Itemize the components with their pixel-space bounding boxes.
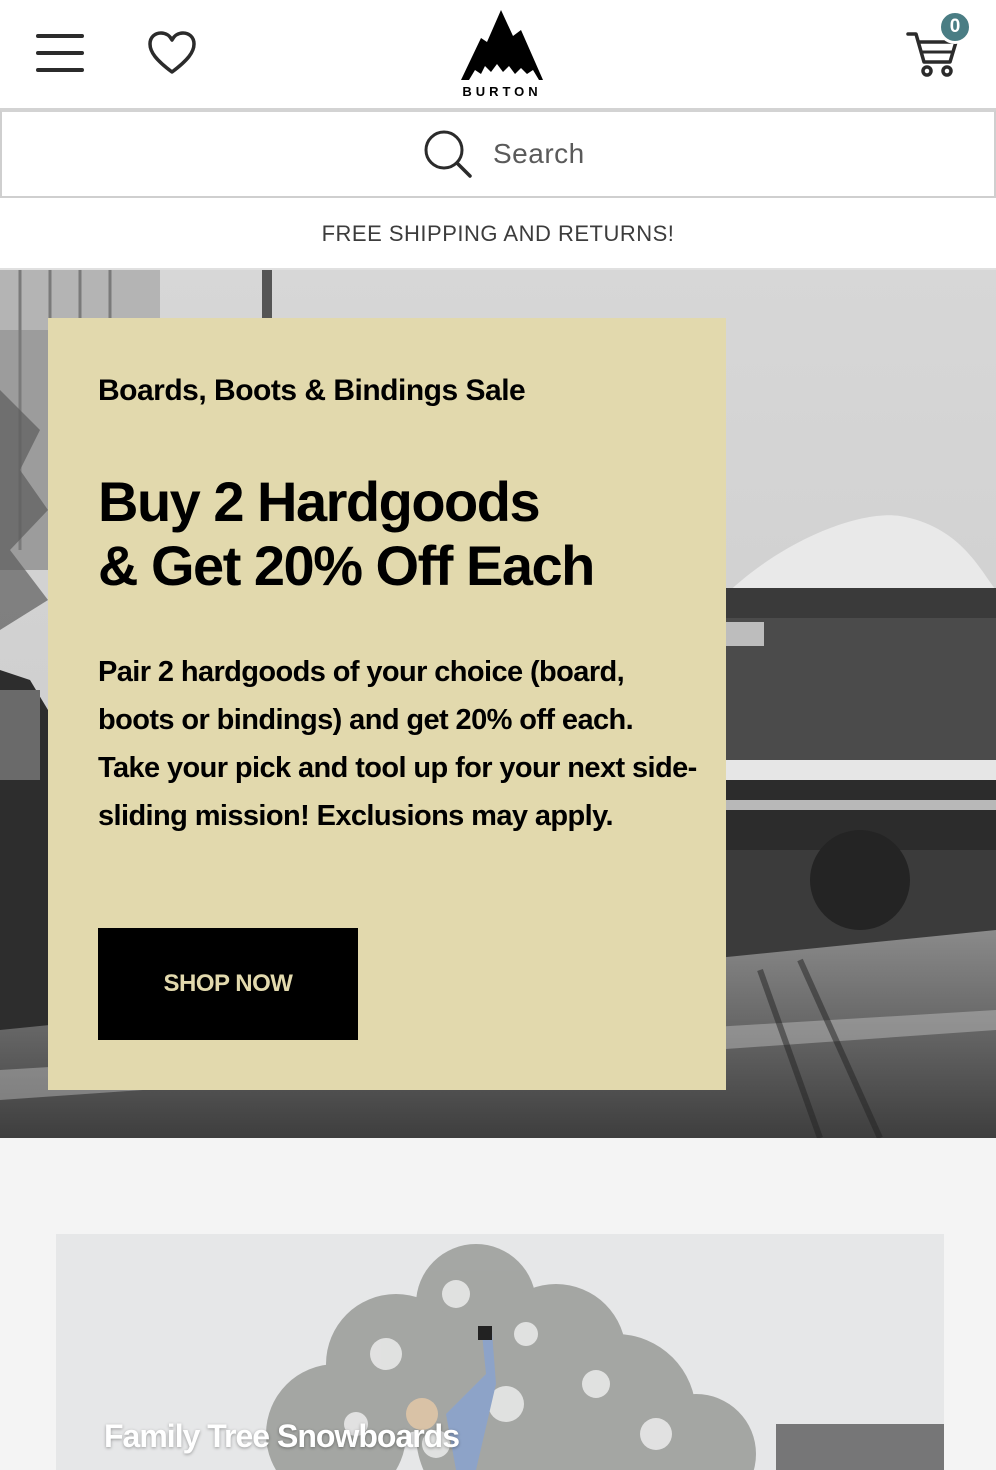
shop-now-button[interactable]: SHOP NOW bbox=[98, 928, 358, 1040]
search-placeholder: Search bbox=[493, 138, 585, 169]
promo-body: Pair 2 hardgoods of your choice (board, … bbox=[98, 656, 697, 832]
headline-line-2: & Get 20% Off Each bbox=[98, 534, 595, 597]
brand-logo[interactable]: BURTON bbox=[455, 8, 549, 102]
free-shipping-banner[interactable]: FREE SHIPPING AND RETURNS! bbox=[0, 198, 996, 270]
family-tree-feature-card[interactable]: Family Tree Snowboards bbox=[56, 1234, 944, 1470]
hamburger-menu-icon bbox=[36, 34, 84, 38]
favorites-button[interactable] bbox=[146, 28, 198, 80]
page: BURTON 0 Search FREE SHIPPING AND RETURN… bbox=[0, 0, 996, 1470]
menu-line bbox=[36, 51, 84, 55]
logo-wordmark: BURTON bbox=[462, 84, 542, 99]
feature-title: Family Tree Snowboards bbox=[104, 1418, 460, 1454]
menu-line bbox=[36, 68, 84, 72]
heart-icon bbox=[148, 31, 196, 74]
menu-button[interactable] bbox=[36, 34, 88, 76]
promo-card: Boards, Boots & Bindings Sale Buy 2 Hard… bbox=[48, 318, 726, 1090]
search-input[interactable]: Search bbox=[0, 110, 996, 198]
cart-count-badge[interactable]: 0 bbox=[938, 10, 972, 44]
site-header: BURTON 0 bbox=[0, 0, 996, 110]
promo-headline: Buy 2 Hardgoods & Get 20% Off Each bbox=[98, 470, 718, 598]
hero-banner: Boards, Boots & Bindings Sale Buy 2 Hard… bbox=[0, 270, 996, 1138]
headline-line-1: Buy 2 Hardgoods bbox=[98, 470, 541, 533]
mountain-logo-icon bbox=[461, 10, 543, 80]
promo-eyebrow: Boards, Boots & Bindings Sale bbox=[98, 374, 526, 407]
feature-section: Family Tree Snowboards bbox=[0, 1138, 996, 1470]
search-icon bbox=[424, 130, 472, 178]
